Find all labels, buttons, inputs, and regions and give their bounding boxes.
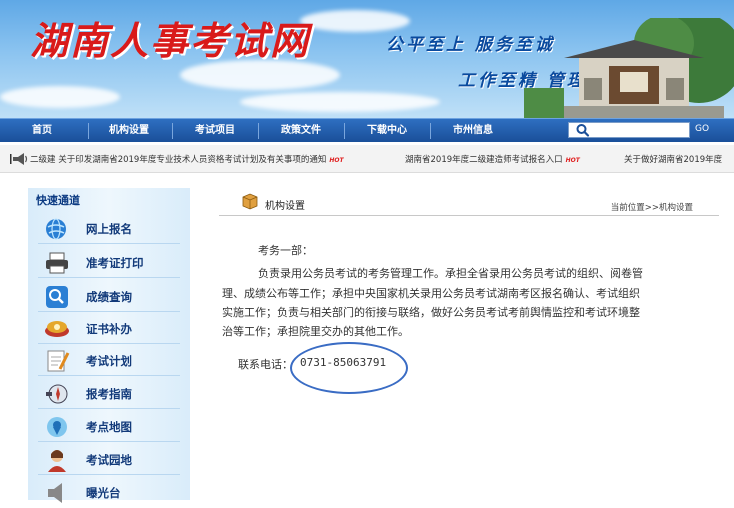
description-line: 实施工作；负责与相关部门的衔接与联络，做好公务员考试考前舆情监控和考试环境整: [222, 306, 640, 319]
divider: [38, 311, 180, 312]
sidebar-item-label: 证书补办: [86, 322, 132, 336]
magnifier-icon: [46, 286, 68, 308]
nav-item-exams[interactable]: 考试项目: [180, 119, 250, 143]
sidebar-item-label: 考试园地: [86, 453, 132, 467]
nav-divider: [88, 123, 89, 139]
sidebar-item-label: 考试计划: [86, 354, 132, 368]
department-name: 考务一部：: [258, 244, 313, 257]
sidebar-title: 快速通道: [36, 194, 80, 207]
notepad-icon: [47, 350, 70, 372]
search-icon: [576, 124, 590, 137]
cloud-decoration: [240, 92, 440, 112]
sidebar-item-label: 成绩查询: [86, 290, 132, 304]
sidebar-item-label: 准考证打印: [86, 256, 144, 270]
package-icon: [242, 193, 258, 210]
ticker-link[interactable]: 关于做好湖南省2019年度: [624, 153, 722, 165]
nav-item-downloads[interactable]: 下载中心: [352, 119, 422, 143]
sidebar-item-exam-plan[interactable]: 考试计划: [28, 346, 190, 376]
sidebar-item-venue-map[interactable]: 考点地图: [28, 412, 190, 442]
cloud-decoration: [300, 10, 410, 32]
megaphone-icon: [10, 153, 28, 165]
description-line: 负责录用公务员考试的考务管理工作。承担全省录用公务员考试的组织、阅卷管: [258, 267, 643, 280]
nav-divider: [430, 123, 431, 139]
news-ticker: 二级建 关于印发湖南省2019年度专业技术人员资格考试计划及有关事项的通知 HOT…: [0, 145, 734, 173]
search-go-button[interactable]: GO: [692, 121, 712, 138]
nav-divider: [344, 123, 345, 139]
sidebar-item-label: 考点地图: [86, 420, 132, 434]
divider: [38, 441, 180, 442]
globe-icon: [46, 218, 66, 240]
divider: [38, 277, 180, 278]
ticker-link[interactable]: 湖南省2019年度二级建造师考试报名入口 HOT: [405, 153, 580, 165]
sidebar-item-online-registration[interactable]: 网上报名: [28, 214, 190, 244]
compass-icon: [46, 384, 68, 404]
sidebar-item-exposure-platform[interactable]: 曝光台: [28, 478, 190, 508]
nav-item-organization[interactable]: 机构设置: [96, 119, 162, 143]
sidebar-item-score-query[interactable]: 成绩查询: [28, 282, 190, 312]
page-title: 机构设置: [265, 201, 305, 212]
sidebar-item-admission-ticket[interactable]: 准考证打印: [28, 248, 190, 278]
description-line: 理、成绩公布等工作；承担中央国家机关录用公务员考试湖南考区报名确认、考试组织: [222, 287, 640, 300]
printer-icon: [46, 252, 68, 274]
speaker-icon: [48, 483, 62, 503]
breadcrumb: 当前位置>>机构设置: [610, 203, 693, 213]
sidebar-item-label: 报考指南: [86, 387, 132, 401]
nav-item-home[interactable]: 首页: [16, 119, 68, 143]
header-banner: 湖南人事考试网 公平至上 服务至诚 工作至精 管理至严: [0, 0, 734, 118]
hot-badge: HOT: [329, 157, 344, 164]
sidebar-item-application-guide[interactable]: 报考指南: [28, 379, 190, 409]
nav-divider: [258, 123, 259, 139]
nav-item-policies[interactable]: 政策文件: [266, 119, 336, 143]
content-header: 机构设置 当前位置>>机构设置: [219, 190, 719, 216]
hot-badge: HOT: [565, 157, 580, 164]
site-logo[interactable]: 湖南人事考试网: [30, 10, 310, 65]
sidebar-item-label: 曝光台: [86, 486, 121, 500]
divider: [38, 408, 180, 409]
phone-label: 联系电话：: [238, 358, 293, 371]
divider: [38, 343, 180, 344]
ticker-link[interactable]: 二级建 关于印发湖南省2019年度专业技术人员资格考试计划及有关事项的通知 HOT: [30, 153, 344, 165]
certificate-icon: [45, 321, 69, 337]
nav-divider: [172, 123, 173, 139]
person-icon: [48, 450, 66, 472]
description-line: 治等工作；承担院里交办的其他工作。: [222, 325, 409, 338]
sidebar-item-certificate-reissue[interactable]: 证书补办: [28, 314, 190, 344]
building-illustration: [524, 18, 734, 118]
map-pin-icon: [47, 417, 67, 437]
highlight-circle: [290, 342, 408, 394]
divider: [38, 474, 180, 475]
divider: [38, 243, 180, 244]
nav-item-city-info[interactable]: 市州信息: [438, 119, 508, 143]
sidebar-item-label: 网上报名: [86, 222, 132, 236]
sidebar-item-exam-garden[interactable]: 考试园地: [28, 445, 190, 475]
quick-access-sidebar: 快速通道 网上报名 准考证打印 成绩查询 证书补办 考试计划 报考指南 考点地图…: [28, 188, 190, 503]
divider: [38, 375, 180, 376]
cloud-decoration: [0, 86, 120, 108]
